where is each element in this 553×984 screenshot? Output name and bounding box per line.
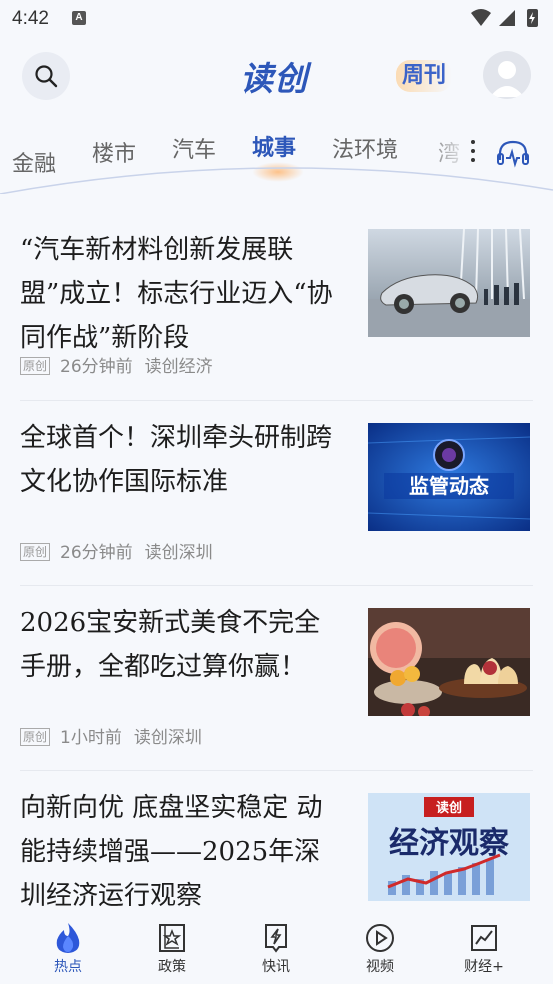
pastries-image [368, 608, 530, 716]
nav-video[interactable]: 视频 [340, 916, 420, 980]
article-title[interactable]: 2026宝安新式美食不完全手册，全都吃过算你赢！ [20, 601, 342, 689]
article-thumbnail[interactable] [368, 608, 530, 716]
flash-icon [265, 924, 287, 953]
search-icon [35, 65, 58, 88]
nav-flash[interactable]: 快讯 [236, 916, 316, 980]
nav-label: 财经+ [464, 959, 504, 975]
weekly-button[interactable]: 周刊 [396, 60, 453, 92]
article-title[interactable]: “汽车新材料创新发展联盟”成立！标志行业迈入“协同作战”新阶段 [20, 228, 342, 360]
article-item[interactable]: 全球首个！深圳牵头研制跨文化协作国际标准 监管动态 原创 26分钟前 读创深圳 [0, 416, 553, 586]
article-source: 读创深圳 [133, 728, 202, 748]
nav-label: 视频 [366, 959, 394, 975]
thumb-title: 经济观察 [389, 826, 510, 861]
article-title[interactable]: 全球首个！深圳牵头研制跨文化协作国际标准 [20, 416, 342, 504]
car-exhibition-image [368, 229, 530, 337]
publish-time: 26分钟前 [60, 357, 133, 377]
policy-icon [159, 924, 185, 952]
regulation-news-image: 监管动态 [368, 423, 530, 531]
nav-finance-plus[interactable]: 财经+ [444, 916, 524, 980]
article-meta: 原创 1小时前 读创深圳 [20, 723, 202, 748]
article-thumbnail[interactable] [368, 229, 530, 337]
app-logo: 读创 [240, 59, 308, 98]
original-badge: 原创 [20, 357, 51, 375]
article-meta: 原创 26分钟前 读创深圳 [20, 538, 213, 563]
article-meta: 原创 26分钟前 读创经济 [20, 352, 213, 377]
publish-time: 26分钟前 [60, 543, 133, 563]
economic-observation-image: 读创 经济观察 [368, 793, 530, 901]
original-badge: 原创 [20, 728, 51, 746]
nav-label: 热点 [54, 959, 82, 975]
status-bar: 4:42 A [0, 0, 553, 38]
system-status-icons [471, 9, 538, 27]
chart-icon [471, 925, 497, 951]
app-header: 读创 周刊 [0, 44, 553, 108]
wifi-icon [471, 9, 491, 26]
thumb-tag: 读创 [436, 800, 462, 816]
article-item[interactable]: 向新向优 底盘坚实稳定 动能持续增强——2025年深圳经济运行观察 读创 经济观… [0, 786, 553, 906]
list-divider [20, 400, 533, 401]
publish-time: 1小时前 [60, 728, 122, 748]
status-time: 4:42 [12, 8, 49, 29]
article-thumbnail[interactable]: 监管动态 [368, 423, 530, 531]
bottom-navigation: 热点 政策 快讯 视频 财经+ [0, 908, 553, 984]
article-item[interactable]: “汽车新材料创新发展联盟”成立！标志行业迈入“协同作战”新阶段 原创 26分钟前… [0, 222, 553, 402]
article-title[interactable]: 向新向优 底盘坚实稳定 动能持续增强——2025年深圳经济运行观察 [20, 786, 342, 906]
article-item[interactable]: 2026宝安新式美食不完全手册，全都吃过算你赢！ 原创 1小时前 读创深圳 [0, 601, 553, 771]
avatar[interactable] [483, 51, 531, 99]
audio-broadcast-icon[interactable] [496, 138, 530, 168]
more-tabs-icon[interactable] [468, 136, 478, 166]
article-source: 读创经济 [144, 357, 213, 377]
article-source: 读创深圳 [144, 543, 213, 563]
signal-icon [499, 10, 515, 26]
flame-icon [56, 923, 80, 953]
list-divider [20, 585, 533, 586]
nav-label: 快讯 [262, 959, 290, 975]
article-thumbnail[interactable]: 读创 经济观察 [368, 793, 530, 901]
tabs-fade-overlay [420, 128, 470, 168]
nav-policy[interactable]: 政策 [132, 916, 212, 980]
play-icon [366, 924, 394, 952]
nav-label: 政策 [158, 959, 186, 975]
list-divider [20, 770, 533, 771]
original-badge: 原创 [20, 543, 51, 561]
nav-hot[interactable]: 热点 [28, 916, 108, 980]
thumb-caption: 监管动态 [409, 474, 489, 498]
notification-a-icon: A [72, 11, 86, 25]
search-button[interactable] [22, 52, 70, 100]
user-icon [490, 61, 524, 97]
